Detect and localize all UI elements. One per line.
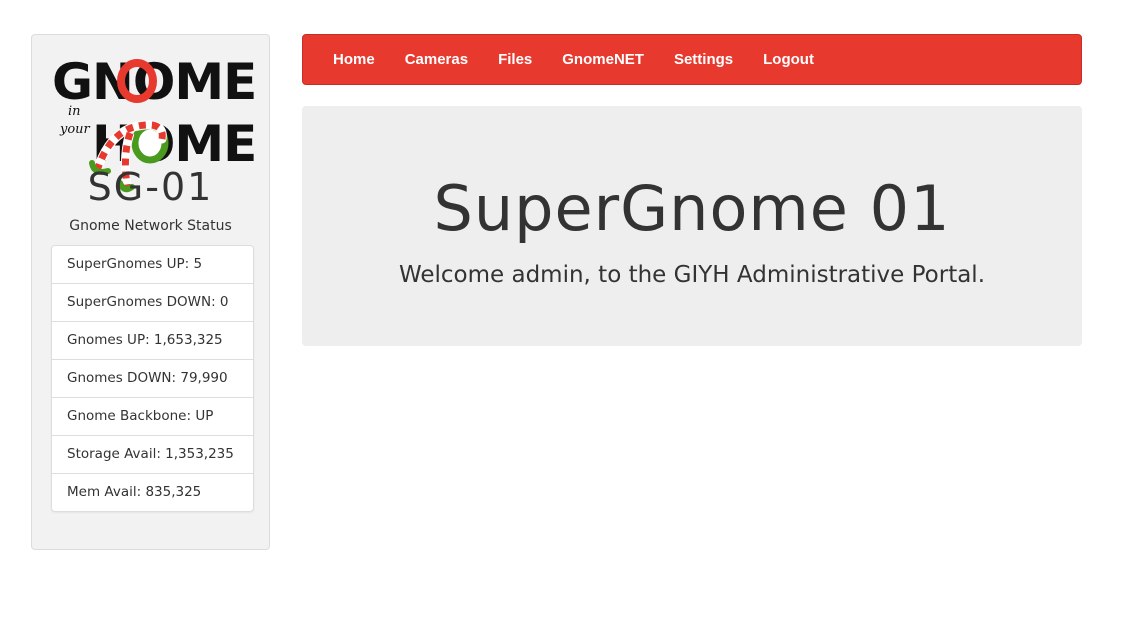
nav-cameras-link[interactable]: Cameras [405,51,468,68]
nav-files-link[interactable]: Files [498,51,532,68]
logo-word-your: your [59,122,91,137]
nav-gnomenet-link[interactable]: GnomeNET [562,51,644,68]
logo-word-in: in [68,104,81,119]
status-item-gnomes-up: Gnomes UP: 1,653,325 [52,321,253,359]
page-title: SuperGnome 01 [433,172,951,245]
welcome-panel: SuperGnome 01 Welcome admin, to the GIYH… [302,106,1082,346]
top-navbar: Home Cameras Files GnomeNET Settings Log… [302,34,1082,85]
sidebar: GNOME in your HOME SG-01 Gnome Network S… [31,34,270,550]
status-item-gnomes-down: Gnomes DOWN: 79,990 [52,359,253,397]
status-item-supergnomes-up: SuperGnomes UP: 5 [67,256,203,272]
status-item-mem-avail: Mem Avail: 835,325 [52,473,253,511]
status-item-gnome-backbone: Gnome Backbone: UP [52,397,253,435]
status-item-supergnomes-down: SuperGnomes DOWN: 0 [52,283,253,321]
status-item-storage-avail: Storage Avail: 1,353,235 [52,435,253,473]
welcome-message: Welcome admin, to the GIYH Administrativ… [398,262,986,288]
nav-home-link[interactable]: Home [333,51,375,68]
nav-settings-link[interactable]: Settings [674,51,733,68]
nav-logout-link[interactable]: Logout [763,51,814,68]
network-status-list: SuperGnomes UP: 5 SuperGnomes DOWN: 0 Gn… [51,245,254,512]
network-status-title: Gnome Network Status [69,218,232,234]
supergnome-id: SG-01 [87,165,214,209]
nav-menu: Home Cameras Files GnomeNET Settings Log… [333,35,844,84]
